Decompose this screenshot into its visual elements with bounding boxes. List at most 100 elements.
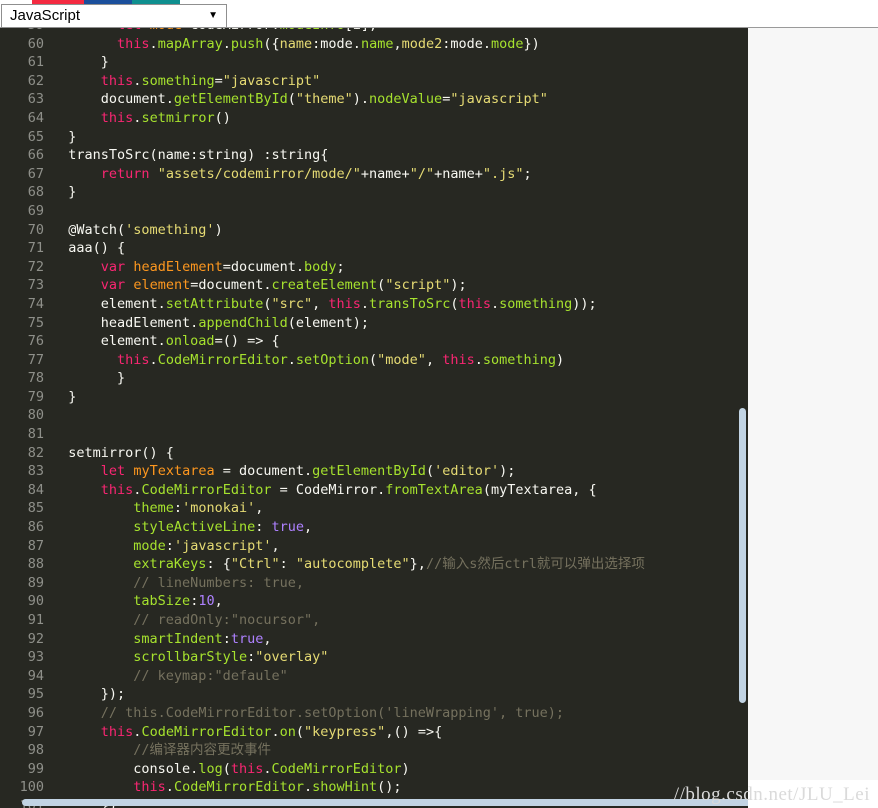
line-content: scrollbarStyle:"overlay" bbox=[52, 648, 328, 667]
code-token: . bbox=[474, 351, 483, 368]
code-token: =document. bbox=[190, 277, 272, 294]
line-number: 89 bbox=[27, 574, 44, 591]
code-token: mapArray bbox=[157, 35, 223, 52]
code-line: 64 this.setmirror() bbox=[0, 109, 748, 128]
line-number: 59 bbox=[0, 28, 52, 35]
line-content: this.mapArray.push({name:mode.name,mode2… bbox=[52, 35, 540, 54]
code-token: ); bbox=[450, 277, 467, 294]
line-content: tabSize:10, bbox=[52, 592, 223, 611]
code-line: 59 let mode=CodeMirror.modeInfo[i]; bbox=[0, 28, 748, 35]
code-token: = CodeMirror. bbox=[271, 481, 386, 498]
code-token: nodeValue bbox=[369, 91, 443, 108]
code-token: = bbox=[214, 72, 223, 89]
code-token: }) bbox=[523, 35, 540, 52]
code-token: showHint bbox=[312, 779, 378, 796]
code-line: 61 } bbox=[0, 53, 748, 72]
line-content: console.log(this.CodeMirrorEditor) bbox=[52, 760, 410, 779]
code-token: scrollbarStyle bbox=[133, 649, 248, 666]
code-token: . bbox=[149, 351, 158, 368]
line-content: this.CodeMirrorEditor.showHint(); bbox=[52, 778, 401, 797]
line-content: mode:'javascript', bbox=[52, 537, 280, 556]
vertical-scrollbar[interactable] bbox=[738, 28, 748, 808]
code-token: ,() =>{ bbox=[385, 723, 443, 740]
code-token: CodeMirrorEditor bbox=[271, 760, 402, 777]
line-content: } bbox=[52, 369, 125, 388]
code-line: 67 return "assets/codemirror/mode/"+name… bbox=[0, 165, 748, 184]
line-number: 63 bbox=[27, 91, 44, 108]
code-line: 96 // this.CodeMirrorEditor.setOption('l… bbox=[0, 704, 748, 723]
code-token: , bbox=[271, 537, 280, 554]
code-line: 99 console.log(this.CodeMirrorEditor) bbox=[0, 760, 748, 779]
code-line: 85 theme:'monokai', bbox=[0, 499, 748, 518]
line-number: 86 bbox=[27, 519, 44, 536]
code-token: (name:string) :string{ bbox=[149, 147, 329, 164]
code-token: ) bbox=[214, 221, 223, 238]
code-token: ; bbox=[336, 258, 345, 275]
code-token: setAttribute bbox=[165, 295, 264, 312]
code-token: "javascript" bbox=[450, 91, 548, 108]
code-token: mode bbox=[491, 35, 524, 52]
vertical-scrollbar-thumb[interactable] bbox=[739, 408, 746, 703]
code-token: ) bbox=[401, 760, 410, 777]
code-token: mode bbox=[150, 28, 183, 33]
line-number: 83 bbox=[27, 463, 44, 480]
code-token: } bbox=[52, 370, 126, 387]
line-number: 64 bbox=[27, 109, 44, 126]
code-token: tabSize bbox=[133, 593, 191, 610]
code-token: : bbox=[255, 519, 272, 536]
code-token: ( bbox=[287, 91, 296, 108]
code-token: createElement bbox=[271, 277, 378, 294]
code-token: CodeMirrorEditor bbox=[173, 779, 304, 796]
line-number: 68 bbox=[27, 184, 44, 201]
code-token: "autocomplete" bbox=[295, 556, 410, 573]
code-token: (element); bbox=[287, 314, 369, 331]
horizontal-scrollbar[interactable] bbox=[0, 797, 748, 808]
code-line: 95 }); bbox=[0, 685, 748, 704]
code-token: "/" bbox=[409, 165, 435, 182]
line-number: 80 bbox=[27, 407, 44, 424]
code-token: name bbox=[360, 35, 394, 52]
code-editor[interactable]: 59 let mode=CodeMirror.modeInfo[i];60 th… bbox=[0, 28, 748, 808]
code-token: =() => { bbox=[214, 333, 280, 350]
line-number: 88 bbox=[27, 556, 44, 573]
code-token: . bbox=[360, 295, 370, 312]
code-token: this bbox=[100, 72, 134, 89]
code-token: 'editor' bbox=[434, 463, 500, 480]
mode-select[interactable]: JavaScript ▼ bbox=[1, 4, 227, 28]
code-line: 91 // readOnly:"nocursor", bbox=[0, 611, 748, 630]
code-line: 72 var headElement=document.body; bbox=[0, 258, 748, 277]
line-number: 70 bbox=[27, 221, 44, 238]
code-token: ( bbox=[425, 463, 435, 480]
code-token: : { bbox=[206, 556, 231, 573]
code-token: , bbox=[425, 351, 443, 368]
code-token: , bbox=[214, 593, 223, 610]
horizontal-scrollbar-thumb[interactable] bbox=[22, 799, 748, 806]
line-content: element.setAttribute("src", this.transTo… bbox=[52, 295, 597, 314]
code-token: , bbox=[393, 35, 402, 52]
code-token: true bbox=[230, 630, 264, 647]
watermark: //blog.csdn.net/JLU_Lei bbox=[673, 784, 870, 805]
code-token: something bbox=[141, 72, 215, 89]
code-token: ({ bbox=[263, 35, 280, 52]
code-line: 82 setmirror() { bbox=[0, 444, 748, 463]
code-token: something bbox=[482, 351, 557, 368]
code-scroll-area: 59 let mode=CodeMirror.modeInfo[i];60 th… bbox=[0, 28, 748, 808]
code-token: //编译器内容更改事件 bbox=[133, 742, 272, 759]
code-token: element. bbox=[52, 295, 166, 312]
code-token: ); bbox=[499, 463, 516, 480]
code-token: theme bbox=[133, 500, 174, 517]
code-token: } bbox=[52, 128, 77, 145]
line-content: this.setmirror() bbox=[52, 109, 231, 128]
code-token: this bbox=[442, 351, 475, 368]
code-token: console. bbox=[52, 760, 199, 777]
line-number: 82 bbox=[27, 444, 44, 461]
code-token: // keymap:"defaule" bbox=[133, 667, 288, 684]
